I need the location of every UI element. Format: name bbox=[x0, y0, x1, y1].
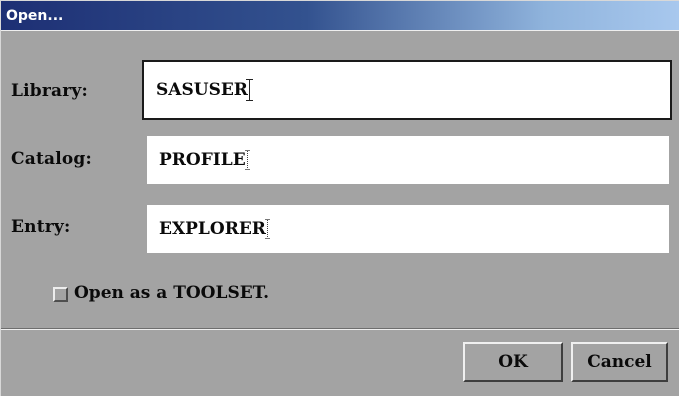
catalog-input-value: PROFILE bbox=[159, 150, 246, 170]
open-dialog: Open... Library: SASUSER Catalog: PROFIL… bbox=[0, 0, 679, 396]
cancel-button[interactable]: Cancel bbox=[571, 342, 668, 382]
library-input-value: SASUSER bbox=[156, 80, 248, 100]
ok-button[interactable]: OK bbox=[463, 342, 563, 382]
entry-input-value: EXPLORER bbox=[159, 219, 266, 239]
separator-highlight bbox=[1, 329, 679, 330]
catalog-label: Catalog: bbox=[11, 149, 92, 169]
entry-label: Entry: bbox=[11, 217, 71, 237]
text-cursor-icon bbox=[244, 150, 250, 170]
library-label: Library: bbox=[11, 81, 88, 101]
catalog-input[interactable]: PROFILE bbox=[147, 136, 669, 184]
dialog-title: Open... bbox=[1, 1, 679, 31]
open-as-toolset-checkbox[interactable] bbox=[53, 287, 68, 302]
text-cursor-icon bbox=[245, 79, 253, 101]
library-input[interactable]: SASUSER bbox=[142, 60, 672, 120]
entry-input[interactable]: EXPLORER bbox=[147, 205, 669, 253]
open-as-toolset-label[interactable]: Open as a TOOLSET. bbox=[74, 283, 269, 303]
text-cursor-icon bbox=[264, 219, 270, 239]
